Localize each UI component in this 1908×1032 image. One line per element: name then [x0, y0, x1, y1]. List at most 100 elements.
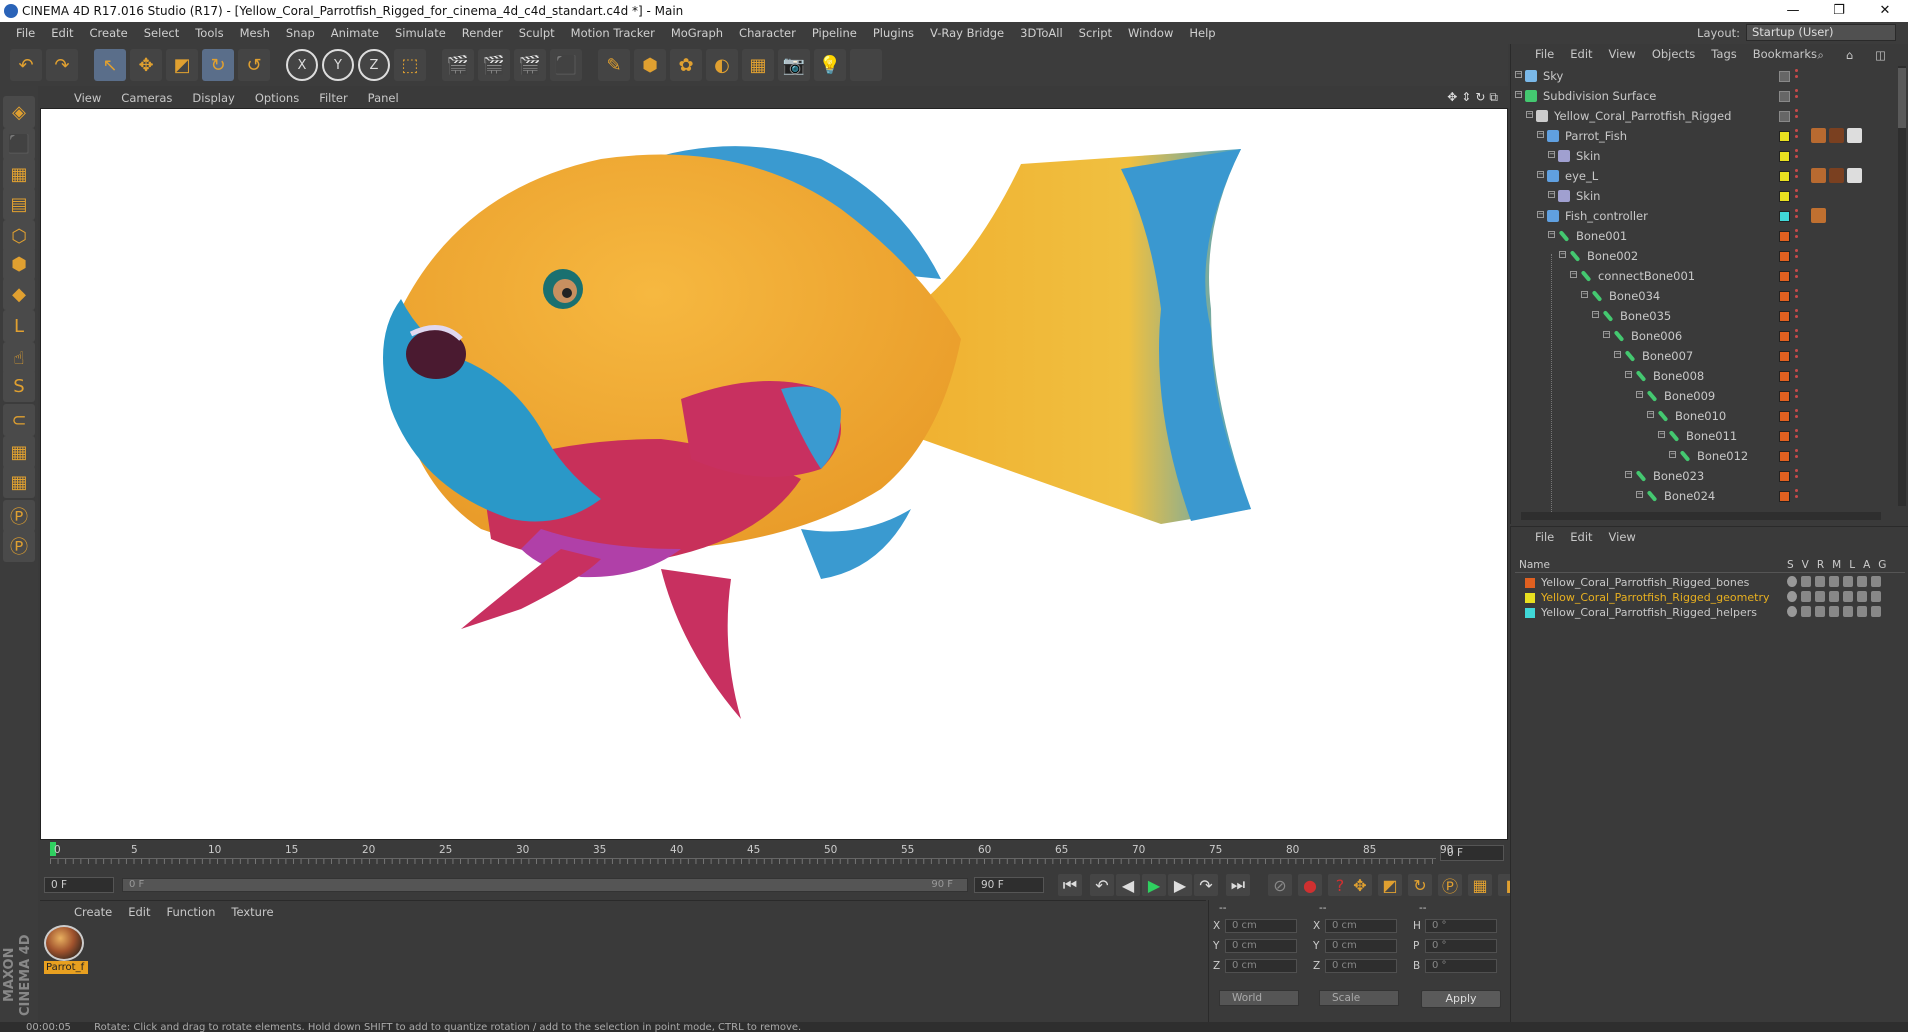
x-axis-icon[interactable]: X — [286, 49, 318, 81]
subdivision-icon[interactable]: ⬢ — [634, 49, 666, 81]
next-key-icon[interactable]: ↷ — [1194, 874, 1218, 896]
layer-color-swatch[interactable] — [1525, 578, 1535, 588]
material-menu-function[interactable]: Function — [159, 905, 224, 919]
menu-snap[interactable]: Snap — [278, 26, 323, 40]
render-settings-icon[interactable]: 🎬 — [514, 49, 546, 81]
expand-toggle-icon[interactable]: − — [1636, 391, 1643, 398]
coord-value-field[interactable]: 0 cm — [1325, 959, 1397, 973]
visibility-dots[interactable] — [1795, 429, 1799, 443]
visibility-dots[interactable] — [1795, 89, 1799, 103]
layer-color-swatch[interactable] — [1779, 131, 1790, 142]
expand-toggle-icon[interactable]: − — [1636, 491, 1643, 498]
undo-icon[interactable]: ↶ — [10, 49, 42, 81]
prev-frame-icon[interactable]: ◀ — [1116, 874, 1140, 896]
layer-color-swatch[interactable] — [1779, 351, 1790, 362]
expand-toggle-icon[interactable]: − — [1592, 311, 1599, 318]
python-icon[interactable]: Ⓟ — [3, 500, 35, 532]
y-axis-icon[interactable]: Y — [322, 49, 354, 81]
layer-color-swatch[interactable] — [1779, 271, 1790, 282]
undefined[interactable] — [850, 49, 882, 81]
visibility-dots[interactable] — [1795, 149, 1799, 163]
visibility-dots[interactable] — [1795, 369, 1799, 383]
layout-dropdown[interactable]: Startup (User) — [1746, 24, 1896, 41]
tag-icon[interactable] — [1811, 208, 1826, 223]
pen-icon[interactable]: ✎ — [598, 49, 630, 81]
layer-menu-file[interactable]: File — [1527, 530, 1562, 544]
layer-color-swatch[interactable] — [1779, 71, 1790, 82]
object-row[interactable]: − Bone010 — [1511, 406, 1895, 426]
layer-row[interactable]: Yellow_Coral_Parrotfish_Rigged_bones — [1517, 575, 1907, 590]
restore-button[interactable]: ❐ — [1816, 0, 1862, 22]
viewport-3d[interactable] — [40, 108, 1508, 840]
layer-color-swatch[interactable] — [1779, 91, 1790, 102]
goto-end-icon[interactable]: ⏭ — [1226, 874, 1250, 896]
layer-color-swatch[interactable] — [1779, 471, 1790, 482]
viewport-menu-cameras[interactable]: Cameras — [111, 91, 182, 105]
menu-script[interactable]: Script — [1071, 26, 1120, 40]
rotate-view-icon[interactable]: ↻ — [1475, 90, 1485, 105]
coord-value-field[interactable]: 0 cm — [1225, 939, 1297, 953]
viewport-menu-options[interactable]: Options — [245, 91, 309, 105]
menu-help[interactable]: Help — [1181, 26, 1223, 40]
material-menu-create[interactable]: Create — [66, 905, 120, 919]
start-frame-field[interactable]: 0 F — [44, 877, 114, 893]
expand-toggle-icon[interactable]: − — [1537, 171, 1544, 178]
visibility-dots[interactable] — [1795, 269, 1799, 283]
play-icon[interactable]: ▶ — [1142, 874, 1166, 896]
expand-toggle-icon[interactable]: − — [1515, 91, 1522, 98]
expand-toggle-icon[interactable]: − — [1526, 111, 1533, 118]
visibility-dots[interactable] — [1795, 449, 1799, 463]
z-axis-icon[interactable]: Z — [358, 49, 390, 81]
coord-value-field[interactable]: 0 cm — [1225, 959, 1297, 973]
layer-row[interactable]: Yellow_Coral_Parrotfish_Rigged_geometry — [1517, 590, 1907, 605]
new-view-icon[interactable]: ◫ — [1867, 48, 1894, 63]
visibility-dots[interactable] — [1795, 389, 1799, 403]
layer-toggle-icons[interactable] — [1787, 606, 1881, 617]
menu-create[interactable]: Create — [82, 26, 136, 40]
array-icon[interactable]: ✿ — [670, 49, 702, 81]
expand-toggle-icon[interactable]: − — [1614, 351, 1621, 358]
object-row[interactable]: − Yellow_Coral_Parrotfish_Rigged — [1511, 106, 1895, 126]
camera-icon[interactable]: 📷 — [778, 49, 810, 81]
material-menu-texture[interactable]: Texture — [223, 905, 281, 919]
viewport-menu-display[interactable]: Display — [182, 91, 244, 105]
layer-color-swatch[interactable] — [1779, 231, 1790, 242]
coord-value-field[interactable]: 0 cm — [1325, 919, 1397, 933]
tag-icon[interactable] — [1847, 128, 1862, 143]
visibility-dots[interactable] — [1795, 489, 1799, 503]
coord-mode-dropdown[interactable]: World — [1219, 990, 1299, 1006]
menu-tools[interactable]: Tools — [187, 26, 231, 40]
expand-toggle-icon[interactable]: − — [1658, 431, 1665, 438]
visibility-dots[interactable] — [1795, 189, 1799, 203]
coord-value-field[interactable]: 0 cm — [1225, 919, 1297, 933]
light-icon[interactable]: 💡 — [814, 49, 846, 81]
zoom-view-icon[interactable]: ⇕ — [1461, 90, 1471, 105]
layer-color-swatch[interactable] — [1779, 251, 1790, 262]
lock-workplane-icon[interactable]: ▦ — [3, 466, 35, 498]
workplane-mode-icon[interactable]: ▤ — [3, 188, 35, 220]
layer-color-swatch[interactable] — [1779, 171, 1790, 182]
object-row[interactable]: − connectBone001 — [1511, 266, 1895, 286]
object-row[interactable]: − Bone007 — [1511, 346, 1895, 366]
object-hscrollbar[interactable] — [1521, 512, 1881, 520]
expand-toggle-icon[interactable]: − — [1559, 251, 1566, 258]
object-row[interactable]: − Bone001 — [1511, 226, 1895, 246]
visibility-dots[interactable] — [1795, 209, 1799, 223]
object-row[interactable]: − Bone012 — [1511, 446, 1895, 466]
record-icon[interactable]: ⊘ — [1268, 874, 1292, 896]
close-button[interactable]: ✕ — [1862, 0, 1908, 22]
expand-toggle-icon[interactable]: − — [1570, 271, 1577, 278]
visibility-dots[interactable] — [1795, 349, 1799, 363]
coord-value-field[interactable]: 0 cm — [1325, 939, 1397, 953]
grid-snap-icon[interactable]: ▦ — [3, 436, 35, 468]
visibility-dots[interactable] — [1795, 109, 1799, 123]
tag-icon[interactable] — [1847, 168, 1862, 183]
apply-button[interactable]: Apply — [1421, 990, 1501, 1008]
expand-toggle-icon[interactable]: − — [1548, 151, 1555, 158]
layer-color-swatch[interactable] — [1525, 593, 1535, 603]
object-row[interactable]: − Bone035 — [1511, 306, 1895, 326]
object-row[interactable]: − Bone008 — [1511, 366, 1895, 386]
texture-mode-icon[interactable]: ▦ — [3, 158, 35, 190]
material-swatch[interactable]: Parrot_f — [44, 925, 88, 974]
layer-color-swatch[interactable] — [1779, 491, 1790, 502]
